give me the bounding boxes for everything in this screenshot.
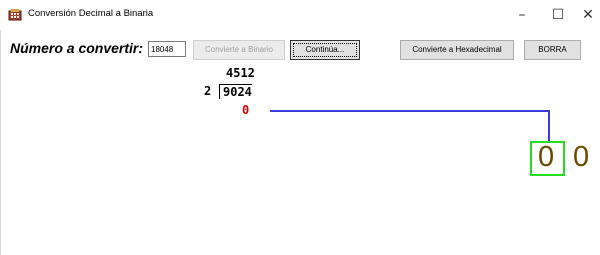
number-input[interactable] [148, 41, 186, 57]
connector-line-horizontal [270, 110, 549, 112]
close-button[interactable]: ✕ [570, 4, 600, 26]
division-dividend: 9024 [219, 84, 252, 99]
app-window: Conversión Decimal a Binaria – ☐ ✕ Númer… [0, 0, 600, 255]
binary-digit-current: 0 [538, 141, 555, 173]
window-border [0, 30, 1, 255]
division-divisor: 2 [204, 84, 212, 98]
window-title: Conversión Decimal a Binaria [28, 8, 154, 19]
convert-hex-button[interactable]: Convierte a Hexadecimal [400, 40, 514, 60]
focus-indicator [293, 43, 357, 57]
division-remainder: 0 [242, 103, 250, 117]
continue-button[interactable]: Continúa... [290, 40, 360, 60]
app-icon [8, 9, 22, 21]
title-bar: Conversión Decimal a Binaria – ☐ ✕ [0, 0, 600, 30]
minimize-button[interactable]: – [504, 4, 540, 26]
division-quotient: 4512 [226, 66, 255, 80]
clear-button[interactable]: BORRA [524, 40, 581, 60]
binary-digit-previous: 0 [573, 141, 590, 173]
connector-line-vertical [548, 110, 550, 142]
number-prompt-label: Número a convertir: [10, 40, 144, 56]
convert-binary-button[interactable]: Convierte a Binario [193, 40, 285, 60]
